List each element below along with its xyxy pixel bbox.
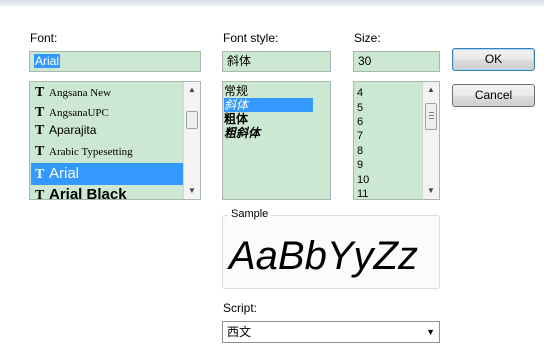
font-list[interactable]: T Angsana New T AngsanaUPC T Aparajita T Ara… <box>29 81 201 200</box>
truetype-icon: T <box>35 123 45 138</box>
scroll-down-arrow-icon[interactable]: ▼ <box>423 183 439 199</box>
thumb-grip <box>429 112 434 113</box>
font-list-item[interactable]: T AngsanaUPC <box>31 105 183 125</box>
font-list-scrollbar[interactable]: ▲ ▼ <box>183 82 200 199</box>
size-label: Size: <box>354 31 381 45</box>
font-size-list[interactable]: 4 5 6 7 8 9 10 11 ▲ ▼ <box>353 81 440 200</box>
script-dropdown-value: 西文 <box>227 325 252 339</box>
size-list-scrollbar[interactable]: ▲ ▼ <box>422 82 439 199</box>
scroll-up-arrow-icon[interactable]: ▲ <box>423 82 439 98</box>
truetype-icon: T <box>35 167 45 182</box>
truetype-icon: T <box>35 144 45 159</box>
window-top-edge <box>0 0 544 6</box>
thumb-grip <box>429 115 434 116</box>
font-list-item[interactable]: T Arial Black <box>31 185 183 200</box>
script-label: Script: <box>223 301 258 315</box>
font-name-field[interactable]: Arial <box>29 51 201 72</box>
size-list-item[interactable]: 10 <box>357 173 369 187</box>
size-list-item[interactable]: 7 <box>357 129 363 143</box>
sample-preview-text: AaBbYyZz <box>229 234 418 278</box>
sample-box: AaBbYyZz <box>222 215 440 289</box>
font-size-field[interactable]: 30 <box>353 51 440 72</box>
font-style-label: Font style: <box>223 31 279 45</box>
cancel-button[interactable]: Cancel <box>452 84 535 107</box>
scroll-down-arrow-icon[interactable]: ▼ <box>184 183 200 199</box>
truetype-icon: T <box>35 188 45 200</box>
size-list-item[interactable]: 8 <box>357 144 363 158</box>
script-dropdown[interactable]: 西文 ▼ <box>222 321 440 343</box>
ok-button[interactable]: OK <box>452 48 535 71</box>
style-list-item[interactable]: 粗斜体 <box>224 126 313 140</box>
truetype-icon: T <box>35 85 45 100</box>
font-list-item[interactable]: T Aparajita <box>31 123 183 143</box>
thumb-grip <box>429 118 434 119</box>
truetype-icon: T <box>35 105 45 120</box>
scroll-up-arrow-icon[interactable]: ▲ <box>184 82 200 98</box>
style-list-item[interactable]: 粗体 <box>224 112 313 126</box>
font-style-list[interactable]: 常规 斜体 粗体 粗斜体 <box>222 81 331 200</box>
font-style-field[interactable]: 斜体 <box>222 51 331 72</box>
scroll-thumb[interactable] <box>425 103 437 130</box>
size-list-item[interactable]: 4 <box>357 86 363 100</box>
font-style-value: 斜体 <box>227 54 252 68</box>
size-list-item[interactable]: 5 <box>357 101 363 115</box>
size-list-item[interactable]: 6 <box>357 115 363 129</box>
font-list-item[interactable]: T Arabic Typesetting <box>31 144 183 164</box>
size-list-item[interactable]: 9 <box>357 158 363 172</box>
font-size-value: 30 <box>358 54 372 68</box>
font-name-value: Arial <box>34 54 61 68</box>
style-list-item[interactable]: 常规 <box>224 84 313 98</box>
sample-label: Sample <box>228 208 272 220</box>
scroll-thumb[interactable] <box>186 111 198 129</box>
font-label: Font: <box>30 31 58 45</box>
style-list-item-selected[interactable]: 斜体 <box>224 98 313 112</box>
size-list-item[interactable]: 11 <box>357 187 368 199</box>
font-list-item-selected[interactable]: T Arial <box>31 163 183 185</box>
chevron-down-icon: ▼ <box>426 327 435 337</box>
font-list-item[interactable]: T Angsana New <box>31 85 183 105</box>
